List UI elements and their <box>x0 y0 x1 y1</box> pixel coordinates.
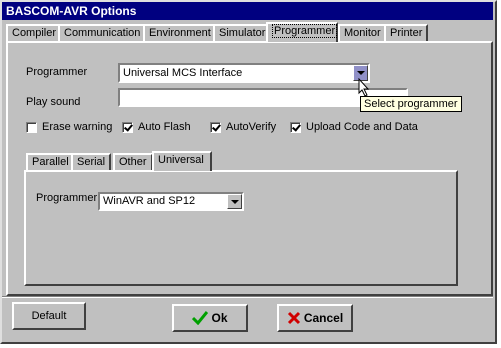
default-button[interactable]: Default <box>12 302 86 330</box>
tab-monitor[interactable]: Monitor <box>338 24 387 41</box>
tab-universal[interactable]: Universal <box>152 151 212 171</box>
universal-programmer-label: Programmer <box>36 192 98 204</box>
cancel-x-icon <box>287 311 300 325</box>
erase-warning-label: Erase warning <box>42 121 113 133</box>
autoverify-label: AutoVerify <box>226 121 277 133</box>
cancel-button[interactable]: Cancel <box>277 304 353 332</box>
mouse-pointer-icon <box>358 78 370 97</box>
upload-code-data-label: Upload Code and Data <box>306 121 418 133</box>
tab-monitor-label: Monitor <box>344 27 381 39</box>
window-title: BASCOM-AVR Options <box>2 2 493 20</box>
tab-compiler-label: Compiler <box>12 27 57 39</box>
tab-compiler[interactable]: Compiler <box>6 24 63 41</box>
ok-button[interactable]: Ok <box>172 304 248 332</box>
tab-programmer[interactable]: Programmer <box>266 22 338 42</box>
upload-code-data-box[interactable] <box>290 121 301 133</box>
tab-simulator[interactable]: Simulator <box>213 24 272 41</box>
universal-panel <box>24 170 458 286</box>
tab-printer-label: Printer <box>390 27 423 39</box>
tab-programmer-label: Programmer <box>272 24 338 38</box>
tab-environment[interactable]: Environment <box>143 24 217 41</box>
checkmark-icon <box>192 311 209 325</box>
default-button-label: Default <box>31 310 67 322</box>
tab-simulator-label: Simulator <box>219 27 266 39</box>
tab-parallel[interactable]: Parallel <box>26 153 75 170</box>
programmer-select-value: Universal MCS Interface <box>123 67 243 79</box>
play-sound-label: Play sound <box>26 96 81 108</box>
tab-universal-label: Universal <box>158 154 204 166</box>
upload-code-data-checkbox[interactable]: Upload Code and Data <box>290 121 418 133</box>
tab-other-label: Other <box>119 156 147 168</box>
programmer-select[interactable]: Universal MCS Interface <box>118 63 370 83</box>
chevron-down-icon[interactable] <box>227 194 242 209</box>
tab-serial-label: Serial <box>77 156 106 168</box>
auto-flash-box[interactable] <box>122 121 133 133</box>
universal-programmer-select[interactable]: WinAVR and SP12 <box>98 192 244 211</box>
tab-serial[interactable]: Serial <box>71 153 112 170</box>
erase-warning-box[interactable] <box>26 121 37 133</box>
autoverify-checkbox[interactable]: AutoVerify <box>210 121 276 133</box>
cancel-button-label: Cancel <box>303 311 344 325</box>
universal-programmer-value: WinAVR and SP12 <box>103 195 196 207</box>
tab-environment-label: Environment <box>149 27 211 39</box>
tab-printer[interactable]: Printer <box>384 24 429 41</box>
tab-other[interactable]: Other <box>113 153 153 170</box>
tab-communication-label: Communication <box>64 27 141 39</box>
tab-communication[interactable]: Communication <box>58 24 147 41</box>
divider <box>2 296 493 298</box>
select-programmer-tooltip: Select programmer <box>360 96 462 112</box>
autoverify-box[interactable] <box>210 121 221 133</box>
programmer-label: Programmer <box>26 66 88 78</box>
auto-flash-label: Auto Flash <box>138 121 191 133</box>
auto-flash-checkbox[interactable]: Auto Flash <box>122 121 191 133</box>
erase-warning-checkbox[interactable]: Erase warning <box>26 121 112 133</box>
tab-parallel-label: Parallel <box>32 156 69 168</box>
ok-button-label: Ok <box>211 311 228 325</box>
